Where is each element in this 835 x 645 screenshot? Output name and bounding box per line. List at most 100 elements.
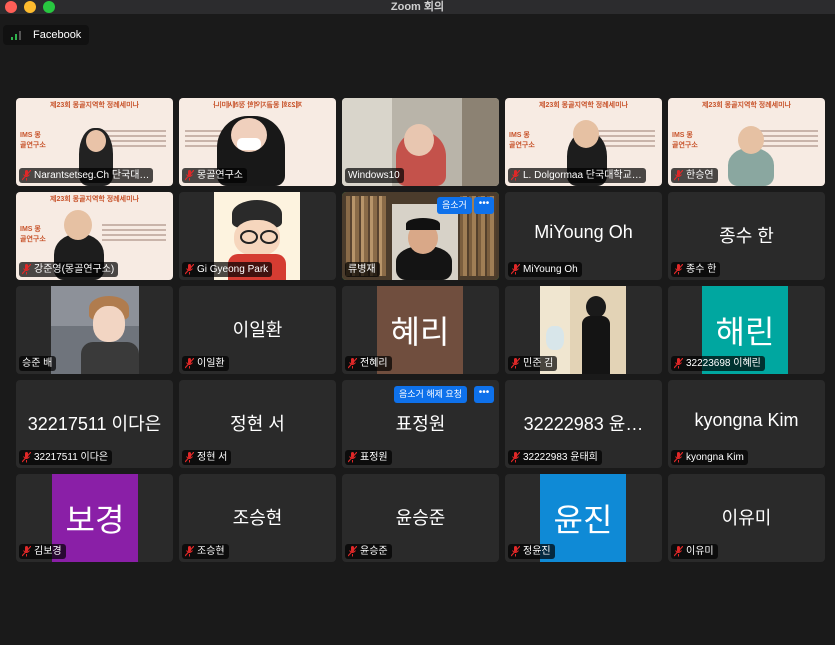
participant-tile[interactable]: 32222983 윤… 32222983 윤태희 [505, 380, 662, 468]
muted-mic-icon [22, 170, 31, 181]
participant-tile[interactable]: 32217511 이다은 32217511 이다은 [16, 380, 173, 468]
participant-name: 표정원 [345, 450, 392, 465]
profile-picture [51, 286, 139, 374]
ims-logo: IMS 몽골연구소 [20, 132, 46, 149]
participant-name: 몽골연구소 [182, 168, 247, 183]
muted-mic-icon [674, 452, 683, 463]
slide-title: 제23회 몽골지역학 정례세미나 [50, 102, 139, 109]
participant-name: L. Dolgormaa 단국대학교… [508, 168, 646, 183]
participant-name: 전혜리 [345, 356, 392, 371]
participant-tile[interactable]: 윤승준 윤승준 [342, 474, 499, 562]
window-title-bar: Zoom 회의 [0, 0, 835, 14]
participant-tile[interactable]: 이일환 이일환 [179, 286, 336, 374]
participant-tile[interactable]: kyongna Kim kyongna Kim [668, 380, 825, 468]
mute-button[interactable]: 음소거 [437, 197, 472, 214]
muted-mic-icon [674, 358, 683, 369]
participant-display-name: 32222983 윤… [523, 414, 644, 434]
muted-mic-icon [22, 264, 31, 275]
participant-tile[interactable]: 승준 배 [16, 286, 173, 374]
participant-name: 강준영(몽골연구소) [19, 262, 119, 277]
participant-name: 한승연 [671, 168, 718, 183]
participant-name: 이유미 [671, 544, 718, 559]
muted-mic-icon [674, 546, 683, 557]
participant-display-name: 표정원 [395, 414, 446, 434]
muted-mic-icon [22, 452, 31, 463]
muted-mic-icon [348, 452, 357, 463]
muted-mic-icon [511, 358, 520, 369]
slide-title: 제23회 몽골지역학 정례세미나 [702, 102, 791, 109]
participant-name: 정윤진 [508, 544, 555, 559]
slide-title: 제23회 몽골지역학 정례세미나 [213, 102, 302, 109]
participant-display-name: 종수 한 [719, 226, 774, 246]
participant-tile[interactable]: 이유미 이유미 [668, 474, 825, 562]
participant-name: 김보경 [19, 544, 66, 559]
muted-mic-icon [511, 546, 520, 557]
participant-name: 민준 김 [508, 356, 558, 371]
muted-mic-icon [674, 264, 683, 275]
participant-display-name: 이유미 [721, 508, 772, 528]
participant-display-name: 조승현 [232, 508, 283, 528]
participant-tile[interactable]: 제23회 몽골지역학 정례세미나 몽골연구소 [179, 98, 336, 186]
participant-tile[interactable]: 제23회 몽골지역학 정례세미나 IMS 몽골연구소 Narantsetseg.… [16, 98, 173, 186]
participant-tile[interactable]: 종수 한 종수 한 [668, 192, 825, 280]
participant-name: 승준 배 [19, 356, 57, 371]
muted-mic-icon [185, 452, 194, 463]
participant-tile[interactable]: 제23회 몽골지역학 정례세미나 IMS 몽골연구소 한승연 [668, 98, 825, 186]
participant-tile[interactable]: 제23회 몽골지역학 정례세미나 IMS 몽골연구소 강준영(몽골연구소) [16, 192, 173, 280]
participant-tile[interactable]: Gi Gyeong Park [179, 192, 336, 280]
ims-logo: IMS 몽골연구소 [672, 132, 698, 149]
participant-tile[interactable]: 해린 32223698 이혜린 [668, 286, 825, 374]
participant-tile[interactable]: 정현 서 정현 서 [179, 380, 336, 468]
muted-mic-icon [511, 452, 520, 463]
muted-mic-icon [348, 546, 357, 557]
participant-name: 종수 한 [671, 262, 721, 277]
muted-mic-icon [185, 546, 194, 557]
participant-name: Gi Gyeong Park [182, 262, 273, 277]
ims-logo: IMS 몽골연구소 [20, 226, 46, 243]
participant-tile-active-speaker[interactable]: 음소거 ••• 류병재 [342, 192, 499, 280]
muted-mic-icon [185, 264, 194, 275]
participant-name: 윤승준 [345, 544, 392, 559]
signal-icon [11, 30, 25, 40]
window-title: Zoom 회의 [390, 1, 445, 13]
participant-display-name: 윤승준 [395, 508, 446, 528]
stream-label: Facebook [33, 29, 82, 41]
more-options-button[interactable]: ••• [474, 197, 494, 214]
participant-tile[interactable]: 혜리 전혜리 [342, 286, 499, 374]
participant-display-name: 이일환 [232, 320, 283, 340]
participant-tile[interactable]: 제23회 몽골지역학 정례세미나 IMS 몽골연구소 L. Dolgormaa … [505, 98, 662, 186]
participant-name: 류병재 [345, 262, 380, 277]
participant-tile[interactable]: 윤진 정윤진 [505, 474, 662, 562]
participant-display-name: 32217511 이다은 [27, 414, 162, 434]
slide-title: 제23회 몽골지역학 정례세미나 [539, 102, 628, 109]
participant-display-name: MiYoung Oh [534, 222, 633, 242]
participant-name: 32217511 이다은 [19, 450, 113, 465]
participant-tile[interactable]: MiYoung Oh MiYoung Oh [505, 192, 662, 280]
participant-tile[interactable]: 음소거 해제 요청 ••• 표정원 표정원 [342, 380, 499, 468]
participant-tile[interactable]: 보경 김보경 [16, 474, 173, 562]
muted-mic-icon [511, 170, 520, 181]
muted-mic-icon [22, 546, 31, 557]
muted-mic-icon [185, 170, 194, 181]
participant-display-name: 정현 서 [230, 414, 285, 434]
ask-to-unmute-button[interactable]: 음소거 해제 요청 [394, 386, 467, 403]
participant-tile[interactable]: 민준 김 [505, 286, 662, 374]
participant-tile[interactable]: Windows10 [342, 98, 499, 186]
participant-name: 정현 서 [182, 450, 232, 465]
live-stream-indicator[interactable]: Facebook [3, 25, 90, 45]
participant-display-name: kyongna Kim [694, 410, 799, 430]
participant-name: Narantsetseg.Ch 단국대… [19, 168, 154, 183]
participant-name: MiYoung Oh [508, 262, 582, 277]
participant-name: 32222983 윤태희 [508, 450, 602, 465]
ims-logo: IMS 몽골연구소 [509, 132, 535, 149]
participant-tile[interactable]: 조승현 조승현 [179, 474, 336, 562]
slide-title: 제23회 몽골지역학 정례세미나 [50, 196, 139, 203]
participant-name: 32223698 이혜린 [671, 356, 765, 371]
more-options-button[interactable]: ••• [474, 386, 494, 403]
participant-name: kyongna Kim [671, 450, 748, 465]
participant-name: Windows10 [345, 168, 404, 183]
participant-name: 이일환 [182, 356, 229, 371]
muted-mic-icon [348, 358, 357, 369]
muted-mic-icon [511, 264, 520, 275]
muted-mic-icon [674, 170, 683, 181]
